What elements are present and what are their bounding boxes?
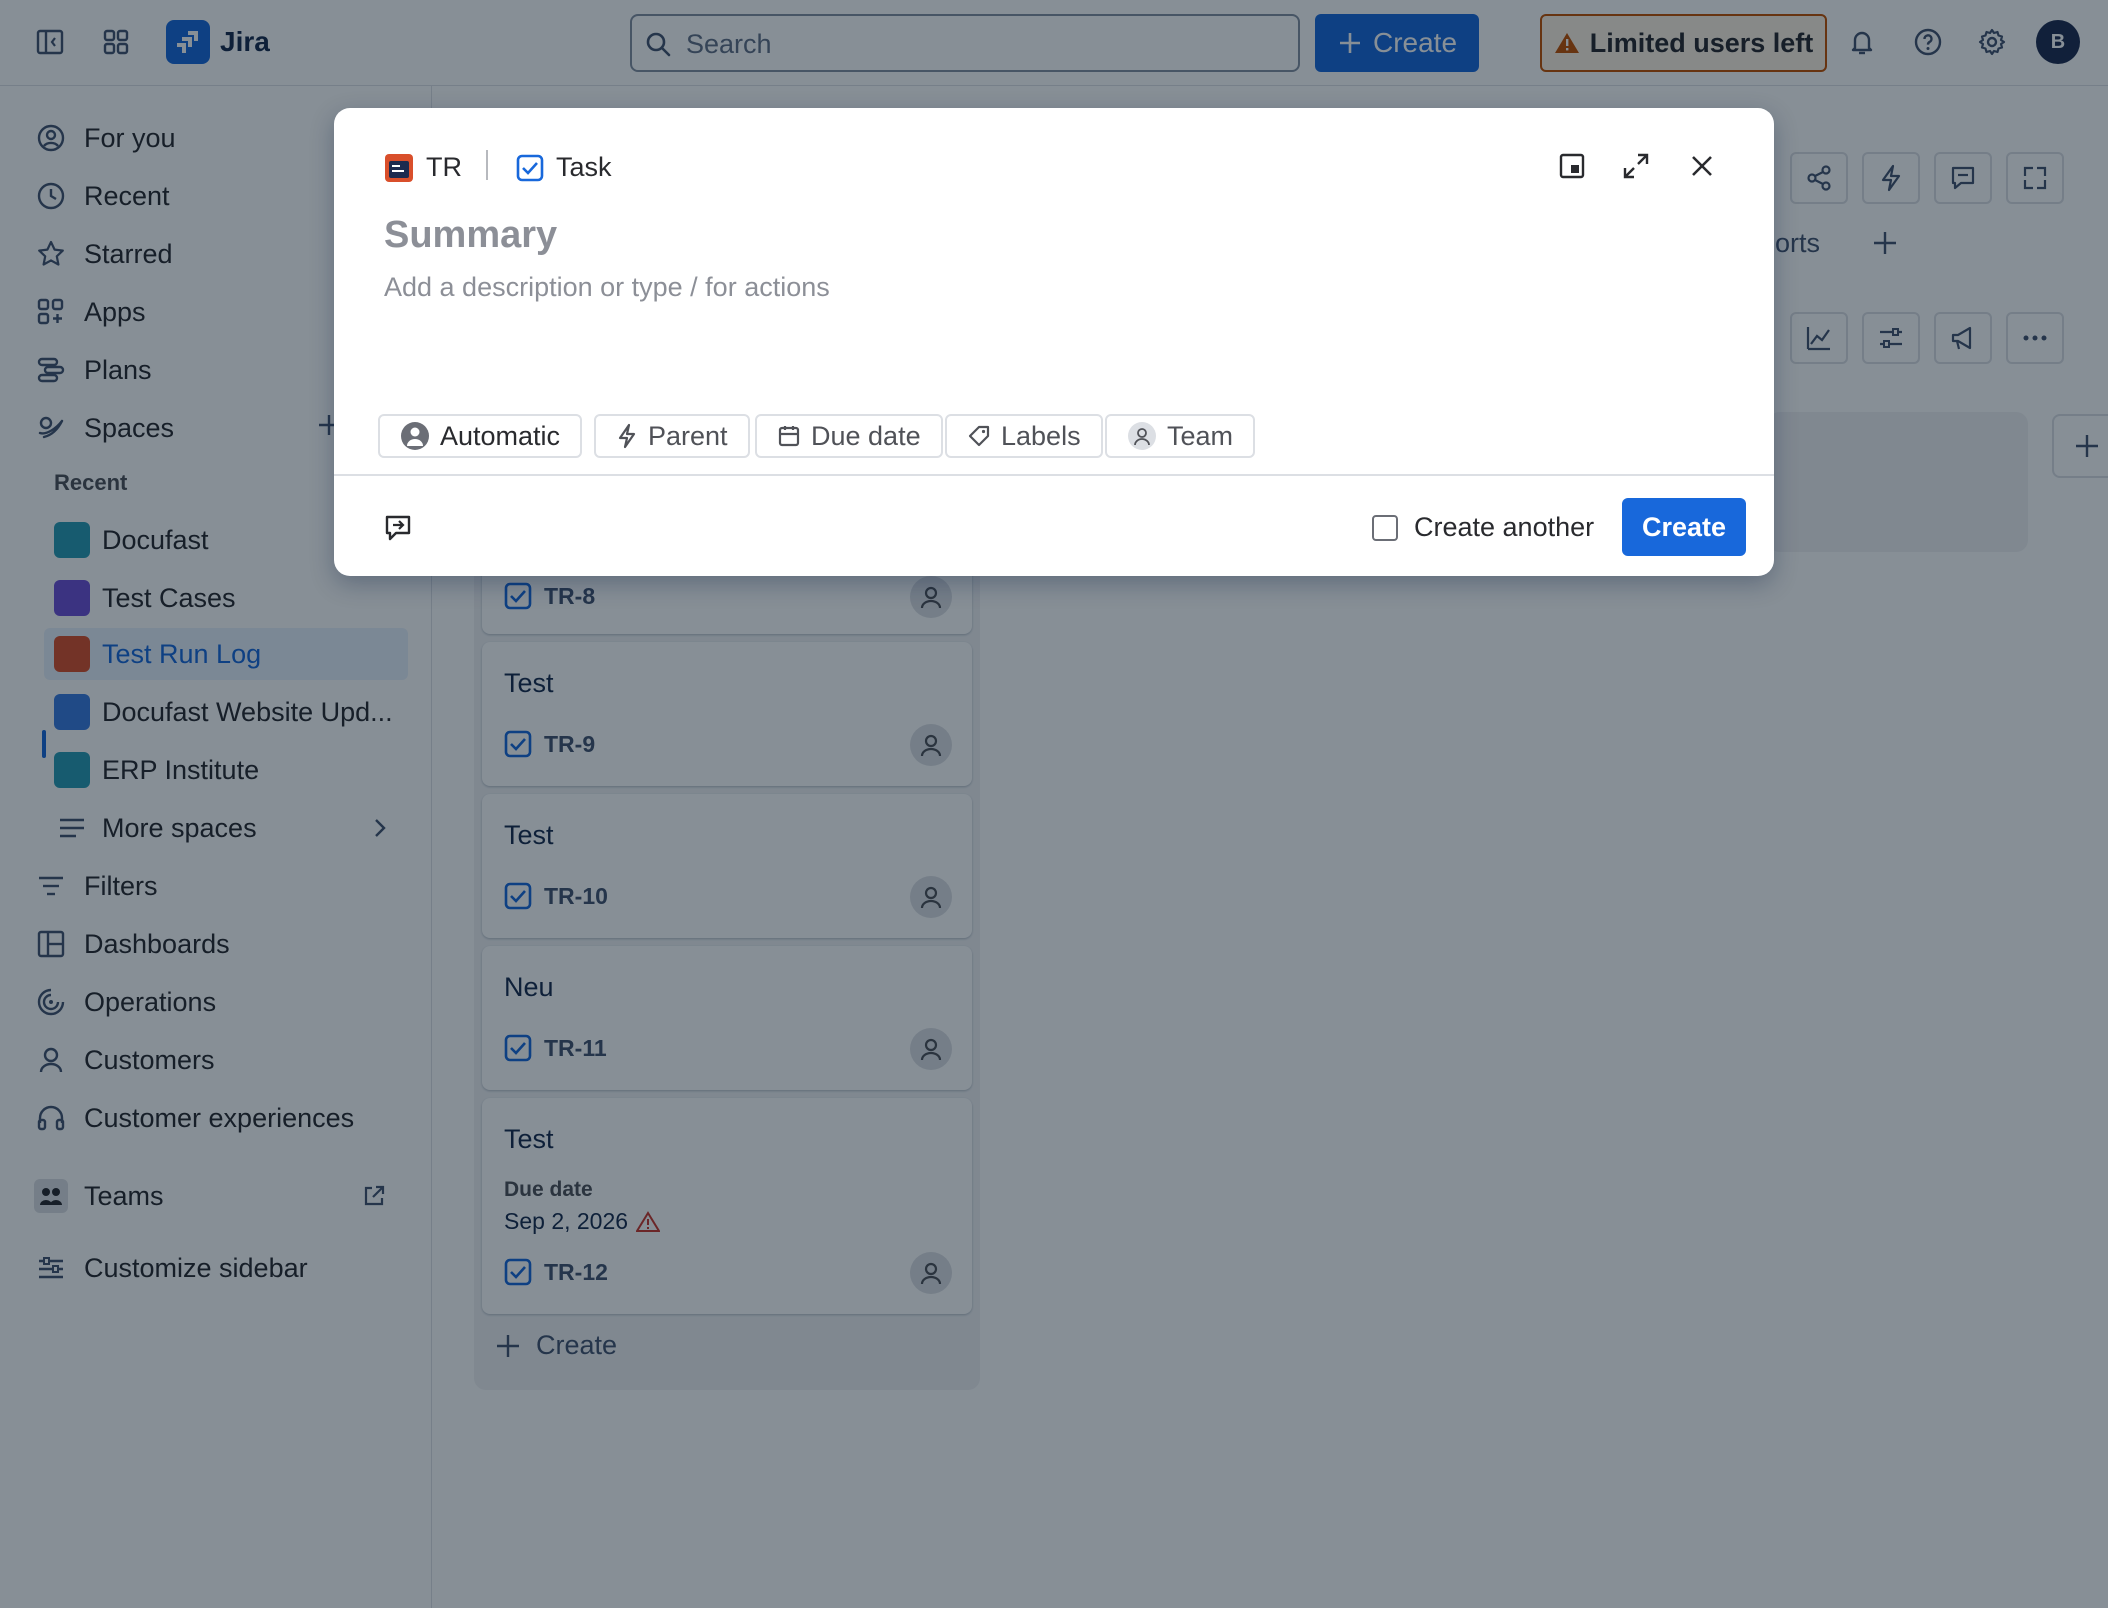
- issue-type-label: Task: [556, 152, 612, 182]
- team-chip[interactable]: Team: [1105, 414, 1256, 458]
- labels-chip[interactable]: Labels: [945, 414, 1103, 458]
- team-chip-label: Team: [1167, 420, 1234, 451]
- due-date-chip[interactable]: Due date: [755, 414, 943, 458]
- parent-chip-label: Parent: [648, 420, 728, 451]
- parent-chip[interactable]: Parent: [594, 414, 750, 458]
- create-another-label: Create another: [1414, 512, 1595, 542]
- assignee-chip[interactable]: Automatic: [378, 414, 583, 458]
- tag-icon: [968, 425, 990, 447]
- labels-chip-label: Labels: [1001, 420, 1081, 451]
- footer-divider: [334, 474, 1774, 476]
- issue-type-selector[interactable]: Task: [516, 152, 612, 183]
- team-avatar-icon: [1128, 422, 1156, 450]
- summary-input[interactable]: [384, 214, 1684, 257]
- lightning-icon: [618, 423, 636, 449]
- header-divider: [486, 150, 488, 180]
- assignee-chip-label: Automatic: [440, 420, 561, 451]
- task-checkbox-icon: [516, 154, 544, 181]
- project-icon: [385, 153, 413, 182]
- due-date-chip-label: Due date: [811, 420, 921, 451]
- create-issue-dialog: TR Task Add a description or type / for …: [334, 108, 1774, 576]
- create-another-checkbox[interactable]: [1372, 514, 1398, 541]
- automatic-avatar-icon: [401, 422, 429, 450]
- create-another-option[interactable]: Create another: [1372, 512, 1594, 543]
- feedback-icon[interactable]: [376, 506, 420, 550]
- project-key: TR: [426, 152, 462, 182]
- expand-dialog-icon[interactable]: [1614, 144, 1658, 188]
- project-selector[interactable]: TR: [384, 152, 462, 183]
- minimize-dialog-icon[interactable]: [1550, 144, 1594, 188]
- close-icon[interactable]: [1680, 144, 1724, 188]
- calendar-icon: [778, 426, 800, 447]
- submit-create-button[interactable]: Create: [1622, 498, 1746, 556]
- description-field[interactable]: Add a description or type / for actions: [384, 272, 830, 303]
